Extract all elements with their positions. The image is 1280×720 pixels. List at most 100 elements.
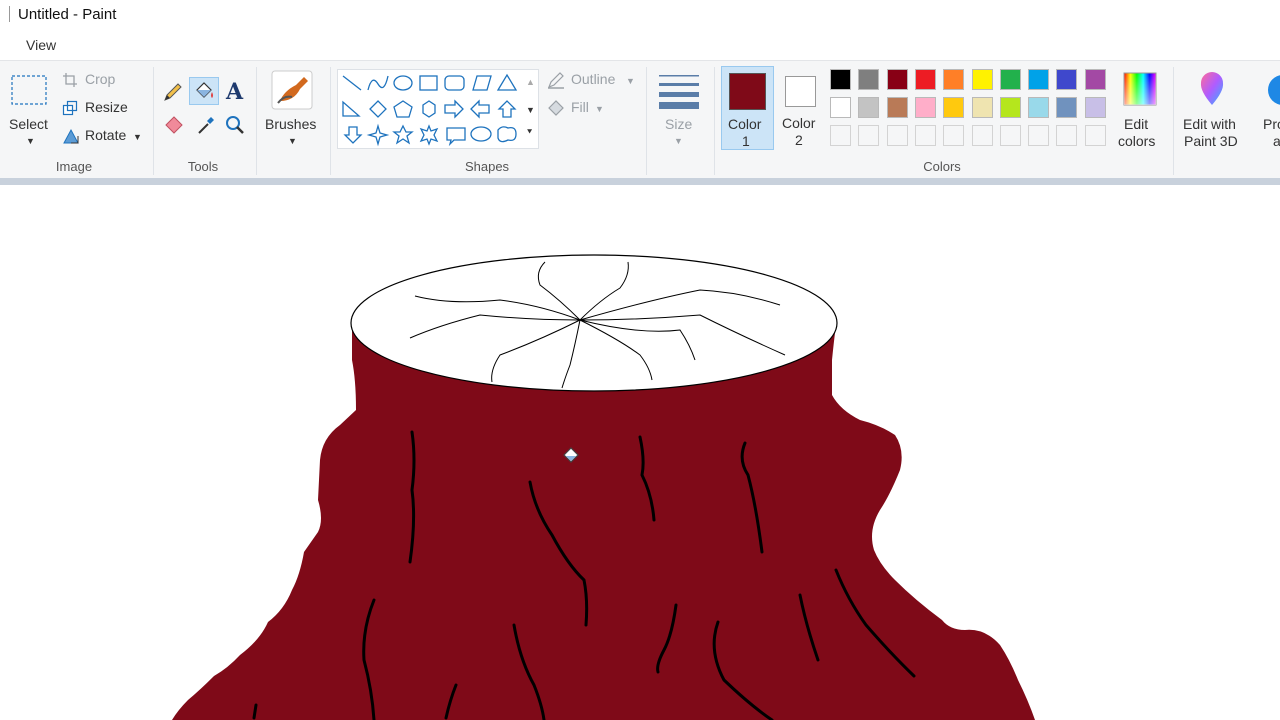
paint-bucket-cursor-icon — [563, 447, 579, 463]
product-alert-icon — [1268, 75, 1280, 105]
ribbon-divider — [153, 67, 154, 175]
shapes-icon — [342, 73, 518, 147]
color-wheel-icon — [1123, 72, 1157, 106]
select-button[interactable]: Select ▼ — [6, 69, 52, 155]
palette-swatch[interactable] — [914, 97, 936, 118]
palette-swatch[interactable] — [971, 97, 993, 118]
palette-swatch[interactable] — [914, 69, 936, 90]
outline-button[interactable]: Outline ▼ — [546, 70, 638, 92]
crop-button[interactable]: Crop — [62, 70, 132, 92]
custom-color-slot[interactable] — [858, 125, 880, 146]
palette-swatch[interactable] — [886, 97, 908, 118]
tab-view[interactable]: View — [26, 37, 56, 53]
size-icon — [659, 75, 699, 109]
palette-swatch[interactable] — [858, 97, 880, 118]
custom-color-slot[interactable] — [971, 125, 993, 146]
palette-swatch[interactable] — [886, 69, 908, 90]
image-group-label: Image — [55, 159, 93, 174]
eraser-icon[interactable] — [163, 114, 185, 136]
color1-swatch — [729, 73, 766, 110]
palette-swatch[interactable] — [971, 69, 993, 90]
palette-swatch[interactable] — [1028, 69, 1050, 90]
fill-label: Fill — [571, 99, 589, 115]
paint3d-label-2: Paint 3D — [1184, 133, 1238, 149]
resize-button[interactable]: Resize — [62, 98, 142, 120]
custom-color-slot[interactable] — [886, 125, 908, 146]
custom-color-slot[interactable] — [999, 125, 1021, 146]
title-separator — [9, 6, 10, 22]
ribbon-divider — [1173, 67, 1174, 175]
rotate-button[interactable]: Rotate ▼ — [62, 126, 146, 148]
shapes-scroll-up-icon[interactable]: ▲ — [526, 77, 535, 87]
custom-color-slot[interactable] — [1056, 125, 1078, 146]
ribbon-divider — [714, 67, 715, 175]
crop-icon — [63, 73, 77, 87]
edit-colors-label-1: Edit — [1124, 116, 1149, 132]
ribbon-divider — [646, 67, 647, 175]
color-palette — [830, 69, 1112, 153]
outline-icon — [547, 72, 564, 89]
color2-swatch — [785, 76, 816, 107]
tools-group-label: Tools — [187, 159, 219, 174]
product-alert-button[interactable]: Pro a — [1256, 69, 1280, 155]
edit-colors-label-2: colors — [1118, 133, 1156, 149]
pencil-icon[interactable] — [162, 81, 184, 103]
paint3d-icon — [1200, 72, 1224, 105]
custom-color-slot[interactable] — [943, 125, 965, 146]
custom-color-slot[interactable] — [1084, 125, 1106, 146]
palette-swatch[interactable] — [943, 69, 965, 90]
paint-bucket-icon — [196, 82, 213, 98]
color1-label: Color — [728, 116, 762, 132]
rotate-dropdown-icon: ▼ — [133, 132, 142, 142]
ribbon-divider — [330, 67, 331, 175]
custom-color-slot[interactable] — [914, 125, 936, 146]
rotate-icon — [63, 128, 79, 144]
brushes-button[interactable]: Brushes ▼ — [262, 69, 322, 155]
size-dropdown-icon: ▼ — [674, 136, 683, 146]
shapes-scroll-down-icon[interactable]: ▼ — [526, 105, 535, 115]
shapes-gallery[interactable] — [337, 69, 539, 149]
palette-swatch[interactable] — [1084, 97, 1106, 118]
fill-button[interactable]: Fill ▼ — [546, 98, 616, 120]
custom-color-slot[interactable] — [1028, 125, 1050, 146]
palette-swatch[interactable] — [1056, 97, 1078, 118]
ribbon-divider — [256, 67, 257, 175]
shapes-expand-icon[interactable]: ⯆ — [526, 127, 533, 138]
palette-swatch[interactable] — [1084, 69, 1106, 90]
palette-swatch[interactable] — [1028, 97, 1050, 118]
colors-group-label: Colors — [923, 159, 961, 174]
edit-colors-button[interactable]: Edit colors — [1116, 69, 1164, 155]
palette-swatch[interactable] — [943, 97, 965, 118]
color1-button[interactable]: Color 1 — [721, 66, 774, 150]
title-bar: Untitled - Paint — [0, 0, 1280, 30]
color-picker-icon[interactable] — [195, 114, 217, 136]
palette-swatch[interactable] — [858, 69, 880, 90]
palette-swatch[interactable] — [999, 69, 1021, 90]
tree-stump-drawing — [172, 254, 1035, 720]
select-label: Select — [9, 116, 48, 132]
brush-icon — [271, 70, 313, 110]
resize-label: Resize — [85, 99, 128, 115]
fill-tool-button[interactable] — [189, 77, 219, 105]
select-icon — [11, 75, 47, 105]
rotate-label: Rotate — [85, 127, 127, 143]
text-icon[interactable]: A — [226, 79, 243, 105]
palette-swatch[interactable] — [830, 97, 851, 118]
size-button[interactable]: Size ▼ — [654, 69, 704, 155]
edit-with-paint3d-button[interactable]: Edit with Paint 3D — [1178, 69, 1248, 155]
magnifier-icon[interactable] — [224, 114, 246, 136]
crop-label: Crop — [85, 71, 116, 87]
ribbon-border — [0, 178, 1280, 185]
palette-swatch[interactable] — [999, 97, 1021, 118]
palette-swatch[interactable] — [1056, 69, 1078, 90]
palette-swatch[interactable] — [830, 69, 851, 90]
outline-label: Outline — [571, 71, 616, 87]
color1-number: 1 — [742, 133, 750, 149]
custom-color-slot[interactable] — [830, 125, 851, 146]
drawing-canvas[interactable] — [0, 185, 1280, 720]
brushes-dropdown-icon: ▼ — [288, 136, 297, 146]
menu-bar: View — [0, 30, 1280, 60]
color2-button[interactable]: Color 2 — [777, 66, 825, 150]
size-label: Size — [665, 116, 693, 132]
outline-dropdown-icon: ▼ — [626, 76, 635, 86]
